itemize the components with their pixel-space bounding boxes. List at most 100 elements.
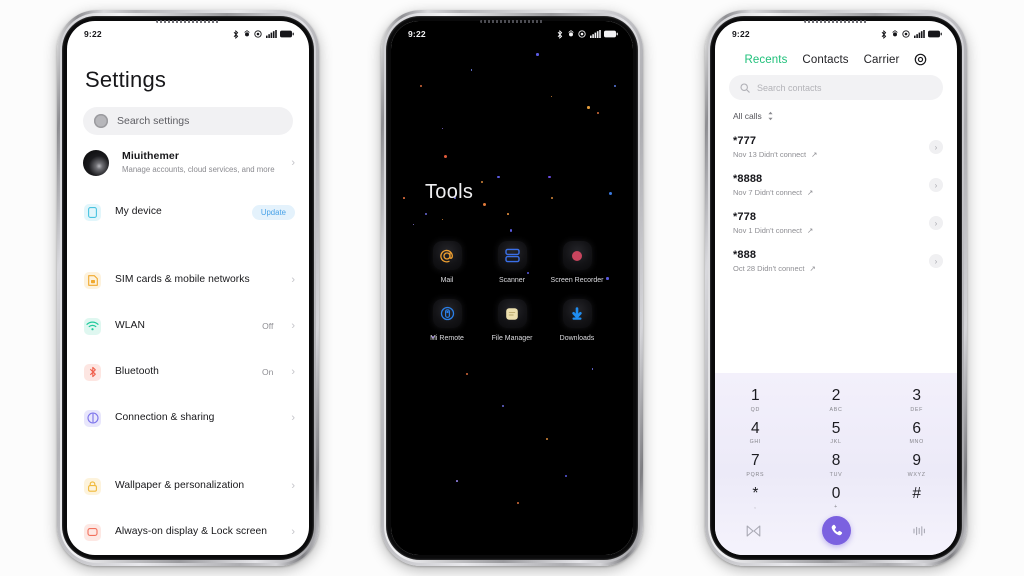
status-bar: 9:22	[715, 21, 957, 45]
call-button[interactable]	[821, 516, 851, 545]
phone-tools: 9:22 Tools Mail Scanner Screen Recorder …	[381, 10, 643, 566]
signal-icon	[913, 30, 925, 38]
app-downloads[interactable]: Downloads	[549, 299, 605, 343]
dialpad: 1 QD 2 ABC 3 DEF 4 GHI 5 JKL 6 MNO 7 PQRS 8 TUV …	[715, 373, 957, 555]
dialpad-digit: #	[912, 484, 921, 502]
scanner-icon	[497, 241, 527, 270]
app-label: Downloads	[559, 335, 595, 343]
dialpad-letters: TUV	[829, 471, 843, 478]
dialpad-digit: 3	[912, 387, 921, 404]
dialpad-key-0[interactable]: 0 +	[796, 481, 877, 514]
wallpaper-icon	[84, 477, 101, 495]
dnd-icon	[902, 30, 910, 38]
folder-icon	[497, 299, 527, 329]
dialpad-key-1[interactable]: 1 QD	[715, 383, 796, 416]
app-label: File Manager	[491, 335, 533, 343]
dialpad-row: 4 GHI 5 JKL 6 MNO	[715, 416, 957, 449]
dialpad-digit: 2	[831, 387, 841, 404]
call-list-item[interactable]: *8888 Nov 7 Didn't connect ↗ ›	[715, 166, 957, 204]
search-contacts-input[interactable]: Search contacts	[729, 75, 943, 100]
chevron-right-icon: ›	[291, 319, 295, 332]
app-mi-remote[interactable]: Mi Remote	[419, 299, 475, 343]
dialpad-key-hash[interactable]: #	[876, 481, 957, 514]
sidebar-item-wallpaper[interactable]: Wallpaper & personalization ›	[67, 463, 309, 509]
tab-carrier[interactable]: Carrier	[864, 54, 900, 66]
call-number: *888	[733, 249, 757, 261]
call-number: *8888	[733, 173, 763, 185]
call-list-item[interactable]: *777 Nov 13 Didn't connect ↗ ›	[715, 128, 957, 166]
chevron-right-icon: ›	[291, 479, 295, 492]
lockscreen-icon	[84, 523, 101, 541]
sidebar-item-sim-cards[interactable]: SIM cards & mobile networks ›	[67, 257, 309, 303]
sidebar-item-connection-sharing[interactable]: Connection & sharing ›	[67, 395, 309, 441]
call-list-item[interactable]: *778 Nov 1 Didn't connect ↗ ›	[715, 204, 957, 242]
search-icon	[740, 82, 750, 93]
dialpad-digit: 0	[831, 484, 841, 502]
dialpad-key-3[interactable]: 3 DEF	[876, 383, 957, 416]
battery-icon	[280, 30, 294, 38]
sidebar-item-label: My device	[115, 206, 162, 218]
dialpad-letters: MNO	[909, 439, 924, 445]
dialpad-key-5[interactable]: 5 JKL	[796, 416, 877, 449]
phone-handset-icon	[831, 524, 843, 536]
battery-icon	[928, 30, 942, 38]
dialpad-key-star[interactable]: *,	[715, 481, 796, 514]
nfc-icon	[891, 30, 898, 37]
chevron-right-icon[interactable]: ›	[929, 254, 943, 268]
call-filter[interactable]: All calls	[715, 100, 957, 128]
call-meta: Nov 7 Didn't connect	[733, 188, 802, 197]
sidebar-item-bluetooth[interactable]: Bluetooth On ›	[67, 349, 309, 395]
call-number: *778	[733, 211, 757, 223]
sidebar-item-label: Bluetooth	[115, 366, 159, 378]
dialpad-digit: 4	[751, 419, 760, 437]
dialpad-letters: GHI	[749, 439, 762, 445]
outgoing-call-icon: ↗	[806, 226, 814, 235]
dialpad-digit: 6	[912, 419, 921, 437]
sidebar-item-my-device[interactable]: My device Update	[67, 189, 309, 235]
dialpad-key-4[interactable]: 4 GHI	[715, 416, 796, 449]
nfc-icon	[243, 30, 250, 37]
sidebar-item-wlan[interactable]: WLAN Off ›	[67, 303, 309, 349]
dialpad-key-9[interactable]: 9 WXYZ	[876, 448, 957, 481]
video-call-icon[interactable]	[746, 524, 761, 537]
gear-icon[interactable]	[914, 53, 927, 66]
app-screen-recorder[interactable]: Screen Recorder	[549, 241, 605, 285]
chevron-right-icon[interactable]: ›	[929, 140, 943, 154]
search-icon	[94, 114, 108, 128]
earpiece-grille	[804, 20, 868, 23]
dialpad-key-8[interactable]: 8 TUV	[796, 448, 877, 481]
dialpad-key-2[interactable]: 2 ABC	[796, 383, 877, 416]
voice-input-icon[interactable]	[912, 525, 926, 537]
dialpad-digit: 5	[831, 419, 841, 437]
app-file-manager[interactable]: File Manager	[484, 299, 540, 343]
search-settings-input[interactable]: Search settings	[83, 107, 293, 135]
dialpad-row: 1 QD 2 ABC 3 DEF	[715, 383, 957, 416]
sidebar-item-label: Wallpaper & personalization	[115, 480, 245, 492]
dialpad-letters: JKL	[830, 439, 842, 445]
app-mail[interactable]: Mail	[419, 241, 475, 285]
dialpad-key-6[interactable]: 6 MNO	[876, 416, 957, 449]
chevron-right-icon: ›	[291, 273, 295, 286]
chevron-right-icon: ›	[291, 525, 295, 538]
tab-recents[interactable]: Recents	[745, 54, 788, 66]
download-icon	[562, 299, 592, 329]
dialpad-letters: ABC	[829, 406, 843, 413]
chevron-right-icon[interactable]: ›	[929, 216, 943, 230]
sidebar-item-label: Always-on display & Lock screen	[115, 526, 268, 538]
page-title: Settings	[85, 67, 167, 92]
account-row[interactable]: Miuithemer Manage accounts, cloud servic…	[67, 135, 309, 189]
tab-contacts[interactable]: Contacts	[802, 54, 848, 66]
sidebar-item-always-on-display[interactable]: Always-on display & Lock screen ›	[67, 509, 309, 555]
dialpad-actions	[715, 513, 957, 549]
chevron-right-icon: ›	[291, 411, 295, 424]
chevron-right-icon[interactable]: ›	[929, 178, 943, 192]
call-list-item[interactable]: *888 Oct 28 Didn't connect ↗ ›	[715, 242, 957, 280]
app-row: Mi Remote File Manager Downloads	[419, 299, 605, 343]
status-badge[interactable]: Update	[251, 204, 295, 220]
sidebar-item-value: On	[261, 367, 274, 377]
dialpad-key-7[interactable]: 7 PQRS	[715, 448, 796, 481]
settings-screen: 9:22 Settings Search settings Miuithemer…	[67, 21, 309, 555]
app-label: Screen Recorder	[550, 277, 604, 284]
app-scanner[interactable]: Scanner	[484, 241, 540, 285]
